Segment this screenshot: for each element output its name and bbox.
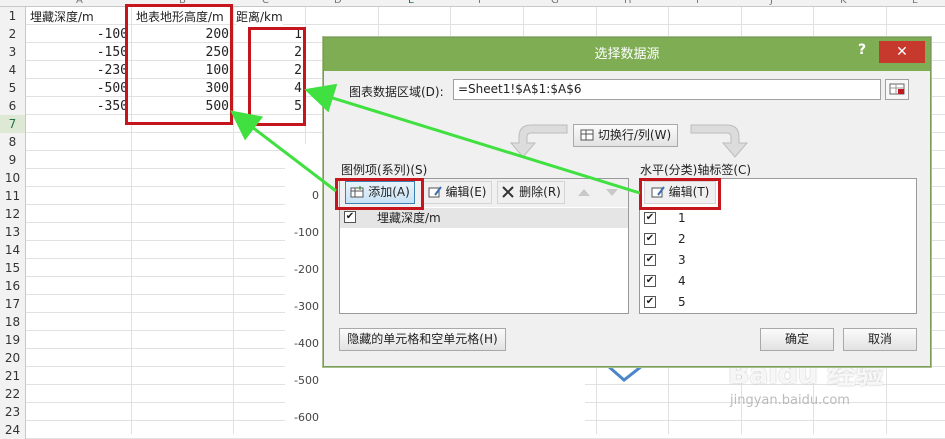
- arrow-edit-to-column-c: [304, 83, 641, 195]
- annotation-arrows: [230, 83, 641, 195]
- arrow-add-to-column-b: [230, 110, 337, 193]
